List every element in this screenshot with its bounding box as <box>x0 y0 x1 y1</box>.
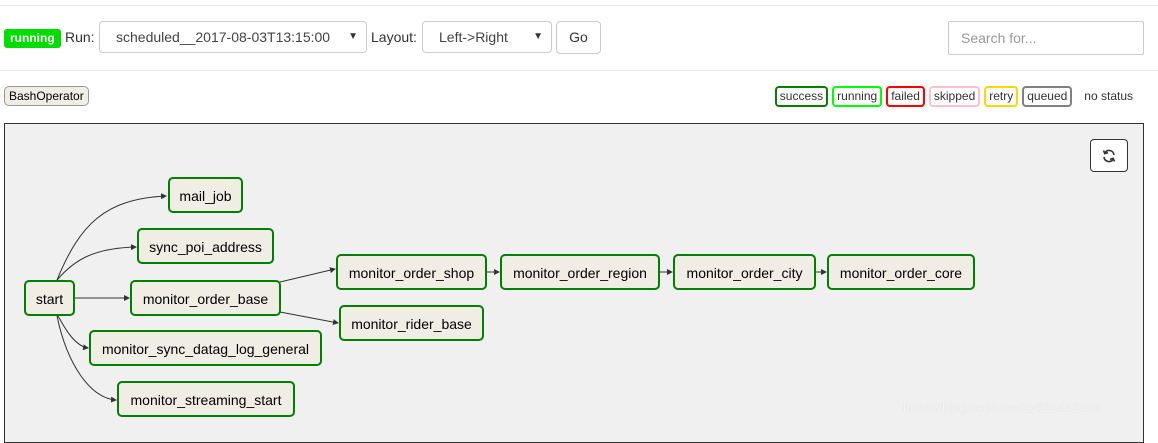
edge-start-monitor-sync-datag <box>56 313 89 351</box>
layout-select[interactable]: Left->Right ▼ <box>422 21 552 53</box>
dag-graph: start mail_job sync_poi_address monitor_… <box>4 123 1144 443</box>
toolbar: running Run: scheduled__2017-08-03T13:15… <box>0 0 1158 72</box>
task-node-monitor-order-region[interactable]: monitor_order_region <box>500 254 660 290</box>
task-node-sync-poi-address[interactable]: sync_poi_address <box>137 228 274 264</box>
legend-queued[interactable]: queued <box>1022 86 1073 107</box>
caret-down-icon: ▼ <box>348 31 358 42</box>
task-node-monitor-order-base[interactable]: monitor_order_base <box>130 280 281 316</box>
edge-order-base-order-shop <box>279 267 336 283</box>
watermark-text: https://blog.csdn.net/zy629442466 <box>903 400 1102 415</box>
legend-skipped[interactable]: skipped <box>928 86 981 107</box>
task-node-monitor-streaming-start[interactable]: monitor_streaming_start <box>117 381 295 417</box>
edge-order-base-rider-base <box>279 311 339 326</box>
task-node-monitor-order-city[interactable]: monitor_order_city <box>673 254 816 290</box>
go-button[interactable]: Go <box>556 21 601 54</box>
run-label: Run: <box>65 29 95 45</box>
divider <box>0 70 1158 71</box>
task-node-monitor-sync-datag-log-general[interactable]: monitor_sync_datag_log_general <box>89 330 322 366</box>
legend-success[interactable]: success <box>774 86 829 107</box>
legend-running[interactable]: running <box>832 86 883 107</box>
edge-start-sync-poi-address <box>56 244 137 281</box>
search-input[interactable] <box>948 21 1144 55</box>
operator-tag-bashoperator[interactable]: BashOperator <box>4 86 89 106</box>
legend-failed[interactable]: failed <box>886 86 925 107</box>
task-node-monitor-order-core[interactable]: monitor_order_core <box>827 254 975 290</box>
dag-run-state-badge: running <box>4 29 61 48</box>
legend-no-status[interactable]: no status <box>1076 86 1138 107</box>
layout-label: Layout: <box>371 29 417 45</box>
task-node-monitor-order-shop[interactable]: monitor_order_shop <box>336 254 487 290</box>
task-node-start[interactable]: start <box>24 280 75 316</box>
state-legend: success running failed skipped retry que… <box>774 86 1138 107</box>
task-node-mail-job[interactable]: mail_job <box>168 177 243 213</box>
layout-select-value: Left->Right <box>439 29 508 45</box>
run-select[interactable]: scheduled__2017-08-03T13:15:00 ▼ <box>99 21 367 53</box>
run-select-value: scheduled__2017-08-03T13:15:00 <box>116 29 331 45</box>
legend-retry[interactable]: retry <box>984 86 1019 107</box>
caret-down-icon: ▼ <box>533 31 543 42</box>
task-node-monitor-rider-base[interactable]: monitor_rider_base <box>339 305 484 341</box>
